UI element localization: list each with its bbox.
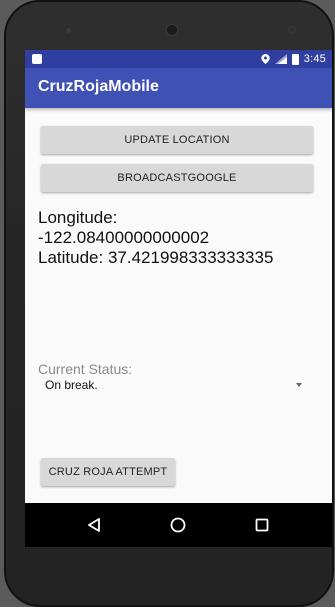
home-circle-icon [170,517,186,533]
phone-screen: 3:45 CruzRojaMobile UPDATE LOCATION BROA… [25,50,332,547]
longitude-value: -122.08400000000002 [38,228,210,247]
longitude-label: Longitude: [38,208,118,227]
status-time: 3:45 [303,53,326,65]
location-readout: Longitude: -122.08400000000002 Latitude:… [38,208,330,268]
home-button[interactable] [164,511,192,539]
status-selected-value: On break. [45,378,98,392]
battery-icon [291,53,299,65]
front-camera [166,24,178,36]
broadcast-google-button[interactable]: BROADCASTGOOGLE [41,164,313,192]
app-bar: CruzRojaMobile [25,68,332,108]
recent-apps-button[interactable] [248,511,276,539]
update-location-button[interactable]: UPDATE LOCATION [41,126,313,154]
navigation-bar [25,503,332,547]
status-bar: 3:45 [25,50,332,68]
signal-icon [274,54,287,64]
cruz-roja-attempt-button[interactable]: CRUZ ROJA ATTEMPT [41,458,175,486]
app-title: CruzRojaMobile [38,78,159,95]
back-button[interactable] [80,511,108,539]
proximity-sensor [288,26,296,34]
location-icon [261,54,270,64]
dropdown-arrow-icon [296,383,302,387]
status-spinner[interactable]: On break. [38,376,306,396]
sd-card-icon [32,54,42,64]
recent-square-icon [255,518,269,532]
status-bar-indicators: 3:45 [261,52,326,66]
sensor-dot [66,28,71,33]
back-triangle-icon [88,518,100,532]
current-status-label: Current Status: [38,361,133,377]
latitude-text: Latitude: 37.421998333333335 [38,248,274,267]
